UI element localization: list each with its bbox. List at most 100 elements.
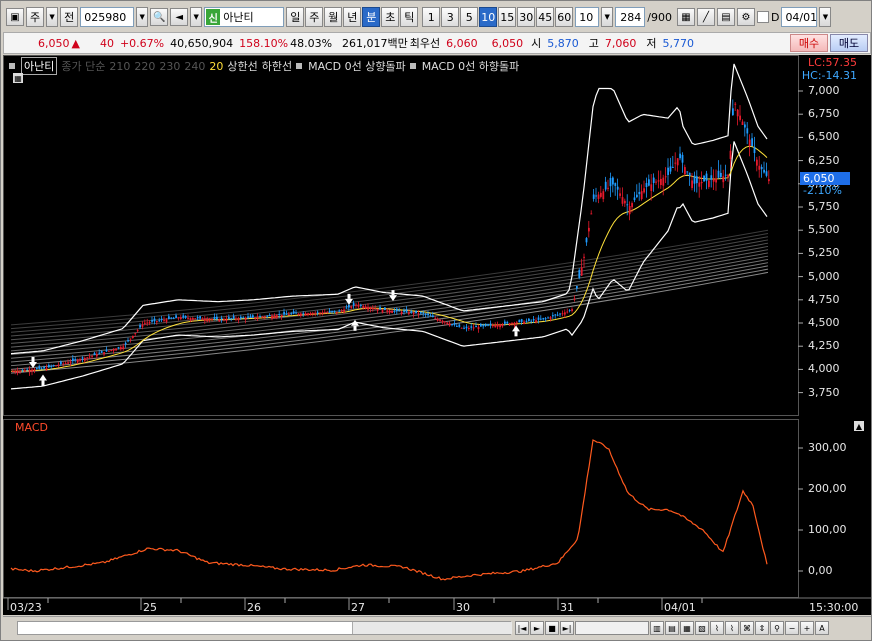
chart-panel[interactable]: 아난티 종가 단순 210 220 230 240 20 상한선 하한선 MAC… [3, 55, 871, 615]
price-axis[interactable]: 7,0006,7506,5006,2506,0005,7505,5005,250… [800, 55, 871, 615]
candle-body [312, 312, 314, 314]
auto-scale-icon[interactable]: ⇕ [755, 621, 769, 635]
interval-button-10[interactable]: 10 [479, 7, 498, 27]
horizontal-scrollbar[interactable] [17, 621, 512, 635]
period-button-1[interactable]: 주 [305, 7, 324, 27]
interval-select[interactable]: 10 [575, 7, 600, 27]
interval-dropdown-icon[interactable]: ▼ [601, 7, 614, 27]
candle-body [537, 317, 540, 320]
grid-toggle-icon[interactable]: ▦ [13, 73, 23, 83]
period-button-6[interactable]: 틱 [400, 7, 419, 27]
up-arrow-icon: ▲ [71, 36, 80, 50]
auto-icon[interactable]: A [815, 621, 829, 635]
interval-button-5[interactable]: 5 [460, 7, 479, 27]
period-button-5[interactable]: 초 [381, 7, 400, 27]
zoom-in-icon[interactable]: + [800, 621, 814, 635]
bar-type-icon[interactable]: ▦ [680, 621, 694, 635]
data-count-input[interactable]: 284 [615, 7, 646, 27]
candle-body [31, 369, 33, 372]
low-label: 저 [646, 37, 657, 50]
candle-body [62, 363, 65, 365]
stock-code-dropdown-icon[interactable]: ▼ [136, 7, 149, 27]
interval-button-3[interactable]: 3 [441, 7, 460, 27]
date-dropdown-icon[interactable]: ▼ [819, 7, 832, 27]
candle-body [496, 324, 499, 327]
legend-stock-name[interactable]: 아난티 [21, 57, 58, 75]
candle-body [736, 109, 739, 117]
candle-body [441, 320, 444, 323]
macd-panel-menu-icon[interactable]: ▲ [854, 421, 864, 431]
interval-button-15[interactable]: 15 [498, 7, 517, 27]
candle-body [662, 177, 665, 186]
candle-body [112, 349, 115, 351]
scroll-right-fast-icon[interactable]: ►| [560, 621, 574, 635]
candle-body [72, 358, 74, 362]
candle-type-icon[interactable]: ▥ [650, 621, 664, 635]
interval-button-1[interactable]: 1 [422, 7, 441, 27]
arrow-stem [514, 331, 518, 337]
interval-button-45[interactable]: 45 [536, 7, 555, 27]
compare-icon[interactable]: ⌘ [740, 621, 754, 635]
line-type-icon[interactable]: ▤ [665, 621, 679, 635]
chart-menu-icon[interactable]: ▣ [6, 8, 24, 26]
candle-body [492, 325, 494, 327]
scrollbar-thumb[interactable] [352, 622, 512, 634]
date-input[interactable]: 04/01 [781, 7, 818, 27]
fibonacci-icon[interactable]: ⌇ [725, 621, 739, 635]
candle-body [148, 322, 151, 324]
save-icon[interactable]: ▤ [716, 8, 735, 26]
legend-upper-band: 상한선 [227, 60, 258, 73]
candle-body [86, 357, 89, 359]
candle-body [136, 330, 139, 332]
stock-name-field[interactable]: 신 아난티 [204, 7, 285, 27]
search-icon[interactable]: 🔍 [150, 8, 169, 26]
candle-body [746, 128, 749, 134]
period-button-4[interactable]: 분 [362, 7, 381, 27]
buy-button[interactable]: 매수 [790, 34, 828, 52]
price-change-pct: +0.67% [119, 36, 165, 50]
candle-body [182, 315, 185, 318]
trend-tool-icon[interactable]: ╱ [696, 8, 715, 26]
chart-canvas[interactable] [3, 55, 871, 615]
open-price: 5,870 [547, 36, 579, 50]
candle-body [712, 179, 715, 182]
interval-button-30[interactable]: 30 [517, 7, 536, 27]
period-button-3[interactable]: 년 [343, 7, 362, 27]
search-zoom-icon[interactable]: ⚲ [770, 621, 784, 635]
date-checkbox[interactable] [756, 11, 769, 23]
area-type-icon[interactable]: ▧ [695, 621, 709, 635]
market-type-dropdown-icon[interactable]: ▼ [46, 7, 59, 27]
stop-icon[interactable]: ■ [545, 621, 559, 635]
stock-name: 아난티 [223, 11, 254, 24]
interval-button-60[interactable]: 60 [555, 7, 574, 27]
time-tick-label: 31 [560, 601, 574, 614]
candle-body [372, 307, 374, 310]
gear-icon[interactable]: ⚙ [736, 8, 755, 26]
candle-body [204, 318, 206, 321]
market-type-select[interactable]: 주 [26, 7, 45, 27]
candle-body [199, 316, 201, 319]
sound-dropdown-icon[interactable]: ▼ [190, 7, 203, 27]
sound-icon[interactable]: ◄ [170, 8, 189, 26]
zoom-out-icon[interactable]: − [785, 621, 799, 635]
scroll-right-icon[interactable]: ► [530, 621, 544, 635]
zoom-slider[interactable] [575, 621, 649, 635]
legend-bullet-icon [9, 63, 15, 69]
candle-body [249, 315, 252, 318]
candle-body [626, 204, 629, 206]
candle-body [110, 350, 113, 352]
indicator-icon[interactable]: ▦ [676, 8, 695, 26]
market-scope-select[interactable]: 전 [60, 7, 79, 27]
period-button-2[interactable]: 월 [324, 7, 343, 27]
stock-code-input[interactable]: 025980 [80, 7, 135, 27]
candle-body [271, 315, 273, 319]
macd-down-cross-arrow [345, 298, 353, 305]
candle-body [436, 318, 439, 321]
scroll-left-fast-icon[interactable]: |◄ [515, 621, 529, 635]
macd-up-cross-arrow [512, 325, 520, 332]
sell-button[interactable]: 매도 [830, 34, 868, 52]
candle-body [124, 342, 127, 345]
period-button-0[interactable]: 일 [286, 7, 305, 27]
pattern-icon[interactable]: ⌇ [710, 621, 724, 635]
candle-body [151, 320, 153, 322]
